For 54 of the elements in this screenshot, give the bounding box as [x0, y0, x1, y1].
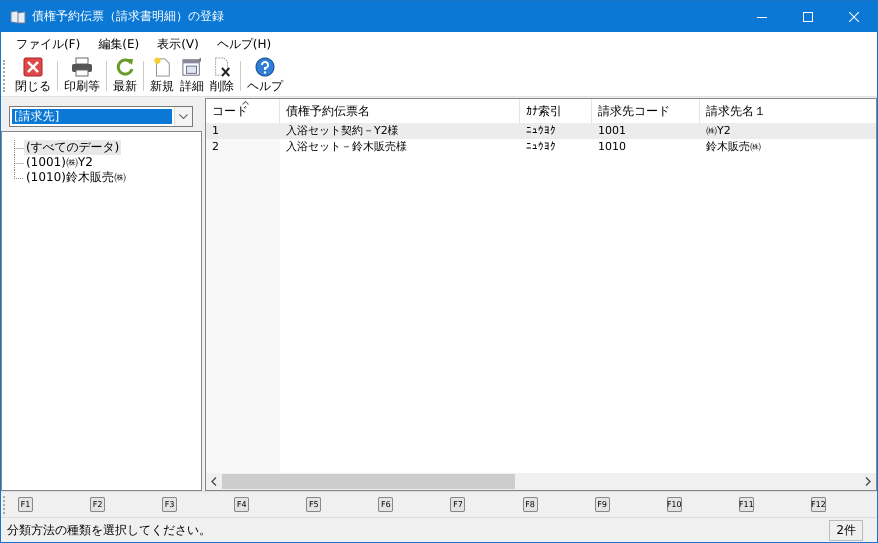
toolbar-button[interactable]: 詳細: [177, 56, 207, 96]
toolbar-button[interactable]: 閉じる: [12, 56, 54, 96]
function-key-button[interactable]: F5: [306, 497, 322, 512]
table-row[interactable]: 2 入浴セット－鈴木販売様 ﾆｭｳﾖｸ 1010 鈴木販売㈱: [206, 139, 876, 155]
table-cell-text: 1: [211, 123, 220, 139]
table-cell-text: ﾆｭｳﾖｸ: [525, 139, 557, 155]
record-count: 2件: [829, 520, 863, 540]
toolbar-button[interactable]: 削除: [207, 56, 237, 96]
horizontal-scrollbar[interactable]: [206, 473, 876, 490]
function-key-button[interactable]: F1: [18, 497, 33, 512]
function-key-button[interactable]: F12: [810, 497, 826, 512]
maximize-icon[interactable]: [803, 12, 813, 22]
function-key-button[interactable]: F2: [90, 497, 106, 512]
table-cell-text: 1001: [597, 123, 627, 139]
function-key-button[interactable]: F9: [594, 497, 610, 512]
table-cell-text: 2: [211, 139, 220, 155]
sort-ascending-icon: [242, 101, 249, 105]
scroll-right-icon[interactable]: [865, 477, 871, 486]
toolbar-button[interactable]: 新規: [147, 56, 177, 96]
function-key-button[interactable]: F3: [162, 497, 178, 512]
book-icon: [10, 10, 26, 24]
table-cell-text: 1010: [597, 139, 627, 155]
tree-item[interactable]: (1001)㈱Y2: [24, 155, 95, 170]
menu-item[interactable]: 表示(V): [148, 34, 208, 54]
toolbar-button[interactable]: 印刷等: [61, 56, 103, 96]
function-key-button[interactable]: F4: [234, 497, 250, 512]
menu-item[interactable]: ヘルプ(H): [208, 34, 280, 54]
function-key-button[interactable]: F6: [378, 497, 394, 512]
table-cell-text: ㈱Y2: [705, 123, 732, 139]
delete-document-icon: [212, 57, 232, 77]
table-cell-text: ﾆｭｳﾖｸ: [525, 123, 557, 139]
chevron-down-icon: [179, 114, 188, 119]
status-message: 分類方法の種類を選択してください。: [7, 522, 211, 538]
scroll-thumb[interactable]: [222, 474, 516, 489]
function-key-button[interactable]: F11: [738, 497, 754, 512]
close-icon[interactable]: [849, 12, 859, 22]
classifier-dropdown[interactable]: [請求先]: [9, 106, 193, 127]
table-cell-text: 入浴セット－鈴木販売様: [285, 139, 408, 155]
tree-line: [14, 140, 24, 155]
menu-item[interactable]: ファイル(F): [7, 34, 90, 54]
window-title: 債権予約伝票（請求書明細）の登録: [32, 8, 224, 25]
menu-item[interactable]: 編集(E): [89, 34, 148, 54]
tree-item[interactable]: (すべてのデータ): [24, 140, 122, 155]
function-key-button[interactable]: F10: [666, 497, 682, 512]
table-cell-text: 鈴木販売㈱: [705, 139, 762, 155]
table-cell-text: 入浴セット契約－Y2様: [285, 123, 400, 139]
scroll-left-icon[interactable]: [211, 477, 217, 486]
function-key-button[interactable]: F7: [450, 497, 466, 512]
table-row[interactable]: 1 入浴セット契約－Y2様 ﾆｭｳﾖｸ 1001 ㈱Y2: [206, 123, 876, 139]
toolbar-button[interactable]: 最新: [110, 56, 140, 96]
refresh-icon: [115, 57, 135, 77]
tree-item[interactable]: (1010)鈴木販売㈱: [24, 170, 128, 185]
function-key-button[interactable]: F8: [522, 497, 538, 512]
toolbar-button[interactable]: ヘルプ: [244, 56, 286, 96]
